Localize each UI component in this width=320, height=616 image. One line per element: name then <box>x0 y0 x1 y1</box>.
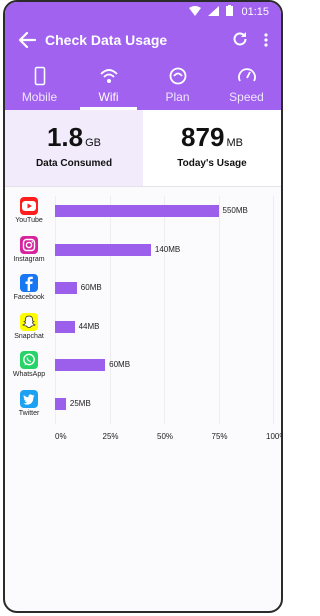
usage-summary: 1.8 GB Data Consumed 879 MB Today's Usage <box>5 110 281 186</box>
page-title: Check Data Usage <box>45 32 168 48</box>
gridline <box>164 196 165 424</box>
consumed-unit: GB <box>85 137 102 149</box>
tab-plan[interactable]: Plan <box>143 62 212 110</box>
bar-value-label: 60MB <box>109 360 131 369</box>
wifi-icon <box>99 69 118 83</box>
x-tick-label: 75% <box>211 432 228 441</box>
usage-bar <box>55 320 75 333</box>
twitter-icon <box>20 389 38 408</box>
todays-usage-card: 879 MB Today's Usage <box>143 110 281 186</box>
instagram-icon <box>20 235 38 254</box>
signal-icon <box>208 5 219 16</box>
tab-mobile[interactable]: Mobile <box>5 62 74 110</box>
tab-label: Mobile <box>21 90 58 104</box>
data-consumed-value: 1.8 GB <box>5 122 143 153</box>
data-consumed-card: 1.8 GB Data Consumed <box>5 110 143 186</box>
app-label: Snapchat <box>14 332 44 340</box>
refresh-icon[interactable] <box>231 30 249 48</box>
phone-icon <box>34 66 45 86</box>
app-label: Instagram <box>13 255 45 263</box>
bar-value-label: 44MB <box>78 321 100 331</box>
app-label: YouTube <box>15 217 43 224</box>
facebook-icon <box>20 274 38 292</box>
app-label: Twitter <box>18 409 40 417</box>
back-arrow-icon[interactable] <box>17 30 37 50</box>
bar-value-label: 60MB <box>80 283 102 292</box>
tab-wifi[interactable]: Wifi <box>74 62 143 110</box>
divider <box>5 186 281 187</box>
today-number: 879 <box>181 122 225 152</box>
todays-usage-value: 879 MB <box>143 122 281 153</box>
more-options-icon[interactable] <box>263 31 269 49</box>
wifi-status-icon <box>189 5 201 16</box>
bar-value-label: 140MB <box>154 244 181 254</box>
x-tick-label: 100% <box>266 432 281 441</box>
status-bar: 01:15 <box>5 2 281 22</box>
usage-bar <box>55 243 151 256</box>
usage-bar <box>55 359 106 371</box>
status-icons <box>189 5 233 16</box>
plan-icon <box>169 67 186 85</box>
x-tick-label: 50% <box>157 432 174 441</box>
consumed-label: Data Consumed <box>35 158 113 169</box>
tab-bar: Mobile Wifi Plan Speed <box>5 62 281 110</box>
phone-frame: 01:15 Check Data Usage Mobile Wifi Plan … <box>3 0 283 613</box>
snapchat-icon <box>20 312 38 331</box>
tab-label: Wifi <box>98 90 119 104</box>
consumed-number: 1.8 <box>46 122 84 152</box>
speedometer-icon <box>237 68 256 82</box>
youtube-icon <box>20 197 38 215</box>
gridline <box>273 196 274 424</box>
bar-value-label: 25MB <box>69 398 91 408</box>
app-label: WhatsApp <box>12 371 46 378</box>
bar-value-label: 550MB <box>222 206 248 215</box>
app-usage-chart: YouTube 550MB Instagram 140MB Facebook 60MB Sn… <box>5 192 281 452</box>
x-tick-label: 25% <box>102 432 119 441</box>
x-tick-label: 0% <box>55 432 67 441</box>
gridline <box>55 196 56 424</box>
usage-bar <box>55 282 77 294</box>
today-label: Today's Usage <box>177 158 247 169</box>
tab-label: Speed <box>229 90 264 104</box>
usage-bar <box>55 205 219 217</box>
battery-icon <box>226 5 233 16</box>
gridline <box>109 196 111 424</box>
today-unit: MB <box>226 137 243 149</box>
clock: 01:15 <box>241 6 269 18</box>
app-label: Facebook <box>13 294 45 301</box>
gridline <box>218 196 220 424</box>
app-bar: Check Data Usage <box>5 22 281 60</box>
tab-label: Plan <box>165 90 190 104</box>
usage-bar <box>55 397 66 410</box>
whatsapp-icon <box>20 351 38 369</box>
tab-speed[interactable]: Speed <box>212 62 281 110</box>
